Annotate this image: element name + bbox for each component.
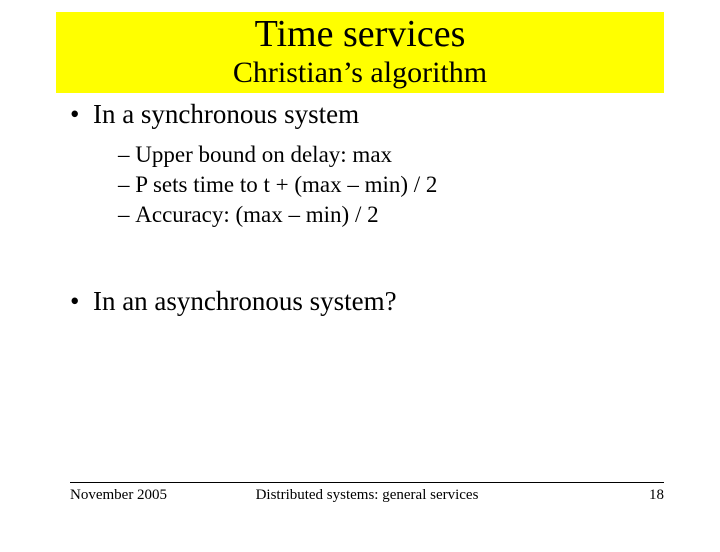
slide: { "header": { "title": "Time services", … (0, 12, 720, 552)
slide-subtitle: Christian’s algorithm (56, 56, 664, 89)
slide-footer: November 2005 Distributed systems: gener… (70, 482, 664, 504)
sub-bullet-item: Accuracy: (max – min) / 2 (134, 200, 650, 230)
slide-title: Time services (56, 14, 664, 56)
slide-content: In a synchronous system Upper bound on d… (70, 99, 650, 317)
footer-divider (70, 482, 664, 483)
sub-bullet-item: P sets time to t + (max – min) / 2 (134, 170, 650, 200)
footer-row: November 2005 Distributed systems: gener… (70, 487, 664, 504)
sub-bullet-item: Upper bound on delay: max (134, 140, 650, 170)
sub-list: Upper bound on delay: max P sets time to… (118, 140, 650, 230)
title-block: Time services Christian’s algorithm (56, 12, 664, 93)
footer-date: November 2005 (70, 487, 167, 504)
bullet-item: In a synchronous system (88, 99, 650, 130)
bullet-item: In an asynchronous system? (88, 286, 650, 317)
footer-page-number: 18 (649, 487, 664, 504)
